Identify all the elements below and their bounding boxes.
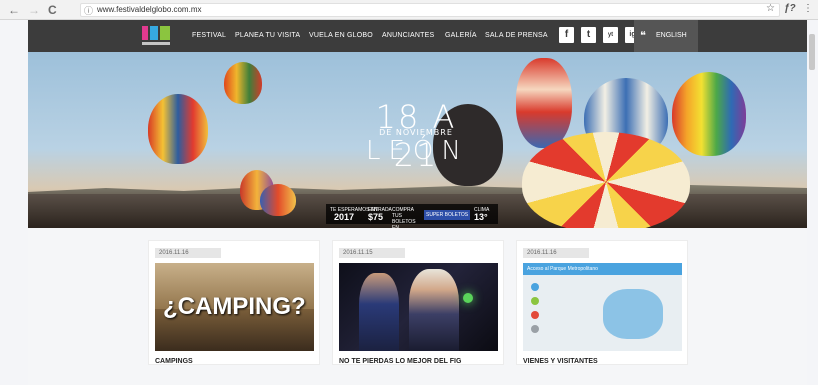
card-date: 2016.11.16	[523, 248, 589, 258]
balloon-striped	[148, 94, 208, 164]
card-image-map[interactable]: Acceso al Parque Metropolitano	[523, 263, 682, 351]
info-price: $75	[368, 212, 384, 222]
card-date: 2016.11.15	[339, 248, 405, 258]
map-lake	[603, 289, 663, 339]
balloon-matryoshka	[516, 58, 572, 148]
map-legend-dot	[531, 297, 539, 305]
info-icon[interactable]: ⓘ	[84, 4, 93, 17]
event-info-bar: TE ESPERAMOS EN 2017 ENTRADA $75 COMPRA …	[326, 204, 498, 228]
nav-anunciantes[interactable]: ANUNCIANTES	[382, 32, 434, 39]
facebook-icon[interactable]: f	[559, 27, 574, 43]
news-card[interactable]: 2016.11.15 NO TE PIERDAS LO MEJOR DEL FI…	[332, 240, 504, 365]
menu-icon[interactable]: ⋮	[803, 3, 813, 14]
back-button[interactable]: ←	[8, 3, 20, 17]
balloon-big-yellow-red	[522, 132, 690, 228]
twitter-icon[interactable]: t	[581, 27, 596, 43]
info-partner-logo[interactable]: SUPER BOLETOS	[424, 210, 471, 220]
main-navigation: FESTIVAL PLANEA TU VISITA VUELA EN GLOBO…	[28, 20, 807, 52]
english-button[interactable]: ❝ ENGLISH	[634, 20, 698, 52]
chat-icon: ❝	[640, 30, 646, 42]
scrollbar-track[interactable]	[807, 20, 818, 385]
news-section: 2016.11.16 ¿CAMPING? CAMPINGS 2016.11.15…	[28, 228, 807, 385]
info-temp: 13°	[474, 212, 488, 222]
news-card[interactable]: 2016.11.16 ¿CAMPING? CAMPINGS	[148, 240, 320, 365]
card-title[interactable]: VIENES Y VISITANTES	[523, 358, 598, 365]
browser-toolbar: ← → C www.festivaldelglobo.com.mx ⓘ ☆ ƒ?…	[0, 0, 818, 20]
news-card[interactable]: 2016.11.16 Acceso al Parque Metropolitan…	[516, 240, 688, 365]
fig-logo[interactable]	[140, 24, 174, 48]
info-tickets-label: COMPRA TUS BOLETOS EN	[392, 207, 416, 228]
map-legend-dot	[531, 311, 539, 319]
info-year: 2017	[334, 212, 355, 222]
card-title[interactable]: CAMPINGS	[155, 358, 193, 365]
map-legend-dot	[531, 325, 539, 333]
bookmark-star-icon[interactable]: ☆	[766, 3, 775, 14]
card-image-camping[interactable]: ¿CAMPING?	[155, 263, 314, 351]
url-text: www.festivaldelglobo.com.mx	[97, 5, 202, 14]
nav-festival[interactable]: FESTIVAL	[192, 32, 226, 39]
card-title[interactable]: NO TE PIERDAS LO MEJOR DEL FIG	[339, 358, 461, 365]
youtube-icon[interactable]: yt	[603, 27, 618, 43]
camping-image-text: ¿CAMPING?	[163, 293, 306, 320]
extension-icon[interactable]: ƒ?	[784, 3, 796, 14]
scrollbar-thumb[interactable]	[809, 34, 815, 70]
card-date: 2016.11.16	[155, 248, 221, 258]
web-page: FESTIVAL PLANEA TU VISITA VUELA EN GLOBO…	[0, 20, 818, 385]
nav-galeria[interactable]: GALERÍA	[445, 32, 477, 39]
reload-button[interactable]: C	[48, 3, 57, 17]
page-margin-left	[0, 20, 28, 385]
nav-vuela-en-globo[interactable]: VUELA EN GLOBO	[309, 32, 373, 39]
performer-1	[359, 273, 399, 351]
card-image-concert[interactable]	[339, 263, 498, 351]
english-label: ENGLISH	[656, 32, 687, 39]
balloon-rainbow	[672, 72, 746, 156]
map-title: Acceso al Parque Metropolitano	[523, 263, 682, 275]
hero-banner[interactable]: 18 A 21 DE NOVIEMBRE LEÓN TE ESPERAMOS E…	[28, 52, 807, 228]
balloon-low-2	[260, 184, 296, 216]
nav-sala-de-prensa[interactable]: SALA DE PRENSA	[485, 32, 548, 39]
forward-button[interactable]: →	[28, 3, 40, 17]
hero-city: LEÓN	[366, 136, 469, 166]
map-legend-dot	[531, 283, 539, 291]
nav-planea-tu-visita[interactable]: PLANEA TU VISITA	[235, 32, 300, 39]
stage-light	[463, 293, 473, 303]
address-bar[interactable]: www.festivaldelglobo.com.mx	[80, 3, 780, 17]
performer-2	[409, 269, 459, 351]
balloon-small	[224, 62, 262, 104]
